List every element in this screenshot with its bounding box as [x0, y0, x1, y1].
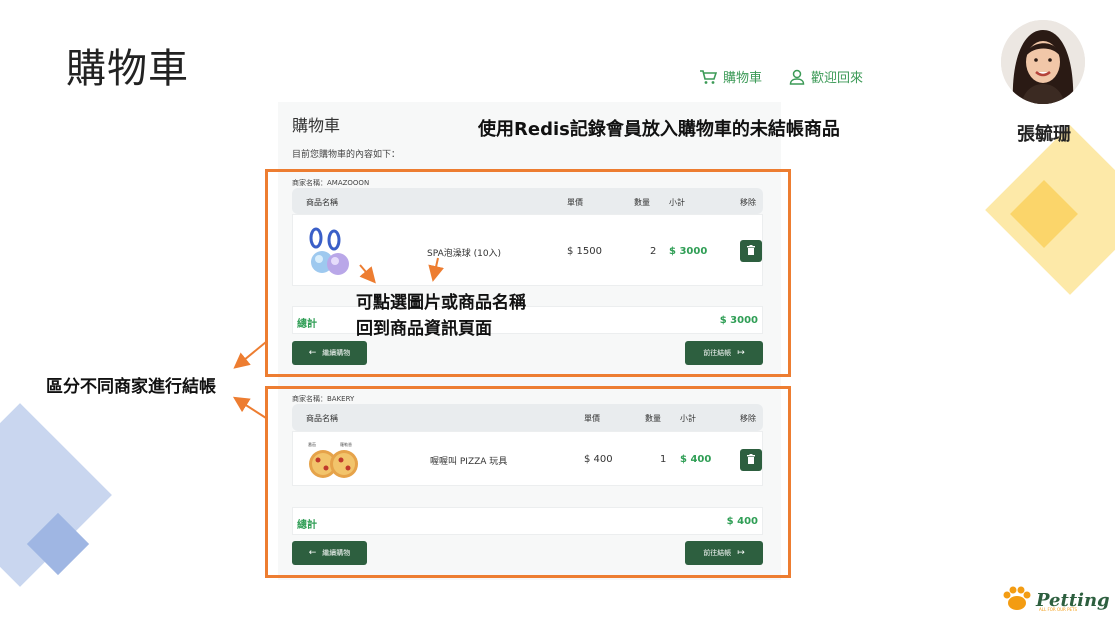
annotation-arrows — [232, 257, 444, 419]
paw-icon — [1001, 585, 1033, 615]
arrow-to-name — [428, 257, 444, 282]
arrow-to-merchant-1 — [233, 341, 267, 369]
logo-tagline: ALL FOR OUR PETS — [1039, 607, 1078, 612]
arrow-to-merchant-2 — [232, 396, 267, 419]
petting-logo: Petting ALL FOR OUR PETS — [1001, 585, 1110, 615]
arrow-to-image — [359, 264, 376, 284]
